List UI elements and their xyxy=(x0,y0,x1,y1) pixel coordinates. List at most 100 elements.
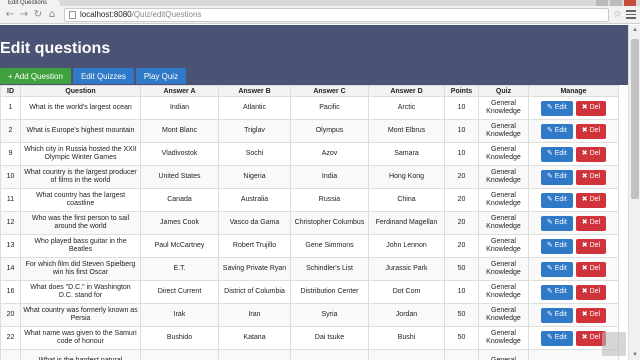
cell-manage: ✎ Edit ✖ Del xyxy=(528,303,619,327)
app-header: Edit questions + Add Question Edit Quizz… xyxy=(0,25,628,85)
bookmark-star-icon[interactable]: ☆ xyxy=(613,9,622,20)
cell-d: Dot Com xyxy=(368,280,445,304)
column-header: Manage xyxy=(528,85,619,97)
cell-id: 16 xyxy=(0,280,21,304)
action-buttons: + Add Question Edit Quizzes Play Quiz xyxy=(0,68,187,84)
cell-id: 10 xyxy=(0,165,21,189)
cell-d: Jurassic Park xyxy=(368,257,445,281)
delete-button[interactable]: ✖ Del xyxy=(575,100,607,116)
edit-button[interactable]: ✎ Edit xyxy=(540,284,573,300)
cell-a: United States xyxy=(140,165,219,189)
column-header: Answer D xyxy=(368,85,445,97)
table-row: 1 What is the world's largest ocean Indian… xyxy=(0,96,619,120)
cell-c: Russia xyxy=(290,188,369,212)
edit-quizzes-button[interactable]: Edit Quizzes xyxy=(72,68,134,84)
scroll-down-icon[interactable]: ▼ xyxy=(629,350,640,360)
delete-button[interactable]: ✖ Del xyxy=(575,192,607,208)
cell-question: What is Europe's highest mountain xyxy=(20,119,141,143)
delete-button[interactable]: ✖ Del xyxy=(575,261,607,277)
cell-b: Triglav xyxy=(218,119,291,143)
table-row: 13 Who played bass guitar in the Beatles P… xyxy=(0,234,619,258)
scroll-up-icon[interactable]: ▲ xyxy=(629,25,640,35)
address-bar[interactable]: localhost:8080 /Quiz/editQuestions xyxy=(64,7,610,22)
cell-b: Katana xyxy=(218,326,291,350)
column-header: Answer A xyxy=(140,85,219,97)
edit-button[interactable]: ✎ Edit xyxy=(540,238,573,254)
reload-icon[interactable]: ↻ xyxy=(32,9,44,21)
edit-button[interactable]: ✎ Edit xyxy=(540,192,573,208)
cell-d: China xyxy=(368,188,445,212)
cell-quiz: General Knowledge xyxy=(478,257,529,281)
cell-points: 10 xyxy=(444,119,479,143)
table-row: What is the hardest natural General xyxy=(0,349,619,360)
cell-question: What does "D.C." in Washington D.C. stan… xyxy=(20,280,141,304)
delete-button[interactable]: ✖ Del xyxy=(575,146,607,162)
cell-question: Who was the first person to sail around … xyxy=(20,211,141,235)
edit-button[interactable]: ✎ Edit xyxy=(540,169,573,185)
delete-button[interactable]: ✖ Del xyxy=(575,169,607,185)
cell-question: Which city in Russia hosted the XXII Oly… xyxy=(20,142,141,166)
edit-button[interactable]: ✎ Edit xyxy=(540,146,573,162)
column-header: Points xyxy=(444,85,479,97)
cell-c: Dai tsuke xyxy=(290,326,369,350)
cell-b: Vasco da Gama xyxy=(218,211,291,235)
edit-button[interactable]: ✎ Edit xyxy=(540,100,573,116)
cell-c: Pacific xyxy=(290,96,369,120)
cell-points: 10 xyxy=(444,280,479,304)
cell-points: 50 xyxy=(444,326,479,350)
cell-a: Indian xyxy=(140,96,219,120)
cell-question: Who played bass guitar in the Beatles xyxy=(20,234,141,258)
cell-id: 12 xyxy=(0,211,21,235)
delete-button[interactable]: ✖ Del xyxy=(575,215,607,231)
page-scrollbar[interactable]: ▲ ▼ xyxy=(628,25,640,360)
cell-manage: ✎ Edit ✖ Del xyxy=(528,280,619,304)
cell-c: Syria xyxy=(290,303,369,327)
cell-a xyxy=(140,349,219,360)
home-icon[interactable]: ⌂ xyxy=(46,9,58,21)
edit-button[interactable]: ✎ Edit xyxy=(540,261,573,277)
delete-button[interactable]: ✖ Del xyxy=(575,307,607,323)
cell-id: 22 xyxy=(0,326,21,350)
edit-button[interactable]: ✎ Edit xyxy=(540,123,573,139)
cell-question: What is the hardest natural xyxy=(20,349,141,360)
cell-manage: ✎ Edit ✖ Del xyxy=(528,257,619,281)
play-quiz-button[interactable]: Play Quiz xyxy=(135,68,187,84)
delete-button[interactable]: ✖ Del xyxy=(575,238,607,254)
cell-b: Nigeria xyxy=(218,165,291,189)
table-row: 9 Which city in Russia hosted the XXII Ol… xyxy=(0,142,619,166)
cell-d: Hong Kong xyxy=(368,165,445,189)
browser-toolbar: ← → ↻ ⌂ localhost:8080 /Quiz/editQuestio… xyxy=(0,6,640,24)
delete-button[interactable]: ✖ Del xyxy=(575,123,607,139)
cell-id: 1 xyxy=(0,96,21,120)
cell-quiz: General Knowledge xyxy=(478,119,529,143)
edit-button[interactable]: ✎ Edit xyxy=(540,307,573,323)
add-question-button[interactable]: + Add Question xyxy=(0,68,71,84)
menu-icon[interactable] xyxy=(626,10,636,19)
cell-question: What country was formerly known as Persi… xyxy=(20,303,141,327)
column-header: ID xyxy=(0,85,21,97)
cell-points: 50 xyxy=(444,303,479,327)
cell-question: For which film did Steven Spielberg win … xyxy=(20,257,141,281)
cell-manage: ✎ Edit ✖ Del xyxy=(528,234,619,258)
cell-points: 10 xyxy=(444,96,479,120)
cell-d: Jordan xyxy=(368,303,445,327)
delete-button[interactable]: ✖ Del xyxy=(575,284,607,300)
scroll-thumb[interactable] xyxy=(631,39,639,199)
edit-button[interactable]: ✎ Edit xyxy=(540,330,573,346)
cell-id: 11 xyxy=(0,188,21,212)
cell-quiz: General Knowledge xyxy=(478,211,529,235)
cell-quiz: General Knowledge xyxy=(478,188,529,212)
cell-quiz: General Knowledge xyxy=(478,234,529,258)
cell-c: Gene Simmons xyxy=(290,234,369,258)
cell-question: What country is the largest producer of … xyxy=(20,165,141,189)
back-arrow-icon[interactable]: ← xyxy=(4,9,16,21)
cell-quiz: General Knowledge xyxy=(478,165,529,189)
forward-arrow-icon[interactable]: → xyxy=(18,9,30,21)
table-row: 11 What country has the largest coastline… xyxy=(0,188,619,212)
url-path: /Quiz/editQuestions xyxy=(131,10,202,19)
cell-d: Samara xyxy=(368,142,445,166)
cell-b: District of Columbia xyxy=(218,280,291,304)
cell-d: Mont Elbrus xyxy=(368,119,445,143)
cell-quiz: General xyxy=(478,349,529,360)
edit-button[interactable]: ✎ Edit xyxy=(540,215,573,231)
